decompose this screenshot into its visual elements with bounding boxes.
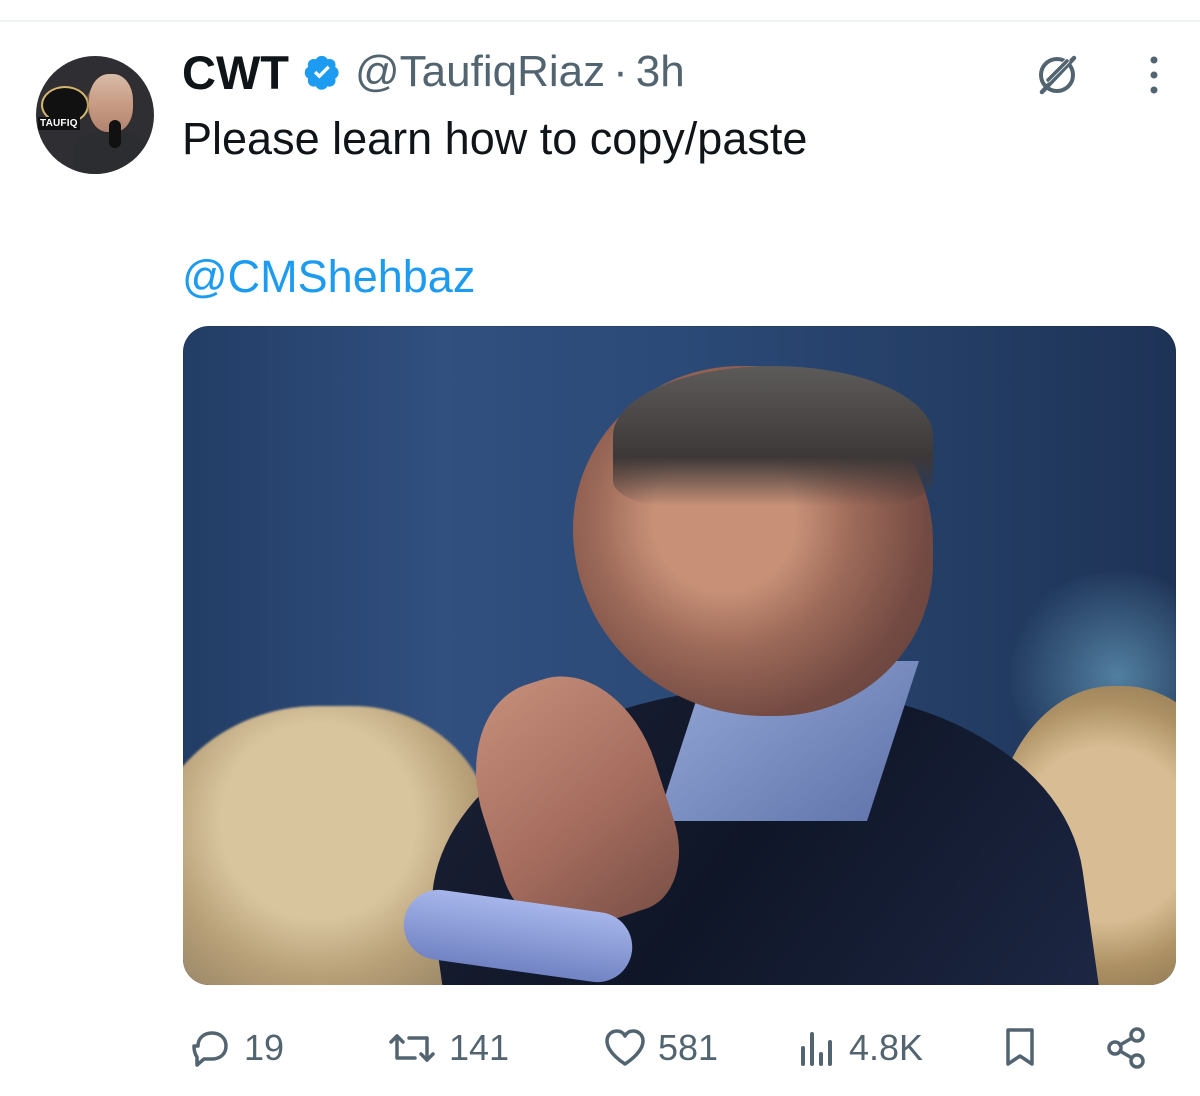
grok-icon[interactable]	[1030, 48, 1084, 102]
like-count: 581	[658, 1027, 719, 1068]
tweet-media-photo[interactable]	[183, 326, 1176, 985]
like-button[interactable]: 581	[602, 1018, 718, 1078]
mention-link[interactable]: @CMShehbaz	[182, 250, 475, 304]
more-icon[interactable]	[1134, 52, 1174, 98]
views-button[interactable]: 4.8K	[795, 1018, 923, 1078]
share-icon	[1107, 1027, 1145, 1069]
tweet-header: CWT @TaufiqRiaz · 3h	[182, 43, 685, 101]
reply-button[interactable]: 19	[190, 1018, 284, 1078]
tweet-text: Please learn how to copy/paste	[182, 113, 808, 164]
tweet-actions: 19 141 581 4.8K	[0, 1018, 1200, 1078]
reply-icon	[192, 1031, 228, 1067]
avatar-text: TAUFIQ	[38, 117, 80, 130]
views-icon	[801, 1032, 832, 1066]
repost-icon	[389, 1034, 435, 1062]
heart-icon	[605, 1029, 645, 1066]
author-avatar[interactable]: TAUFIQ	[36, 56, 154, 174]
share-button[interactable]	[1103, 1018, 1151, 1078]
verified-badge-icon	[304, 55, 339, 90]
view-count: 4.8K	[849, 1027, 924, 1068]
bookmark-icon	[1006, 1028, 1034, 1066]
photo-person-hair	[613, 366, 933, 506]
repost-count: 141	[449, 1027, 510, 1068]
author-handle[interactable]: @TaufiqRiaz	[355, 50, 605, 94]
author-display-name[interactable]: CWT	[182, 49, 289, 96]
reply-count: 19	[244, 1027, 285, 1068]
tweet-time[interactable]: 3h	[636, 50, 685, 94]
top-divider	[0, 20, 1200, 22]
metadata-separator: ·	[613, 47, 628, 96]
repost-button[interactable]: 141	[385, 1018, 509, 1078]
tweet-card[interactable]: TAUFIQ CWT @TaufiqRiaz · 3h Please learn…	[0, 0, 1200, 1096]
bookmark-button[interactable]	[1000, 1018, 1040, 1078]
avatar-microphone	[109, 120, 121, 148]
